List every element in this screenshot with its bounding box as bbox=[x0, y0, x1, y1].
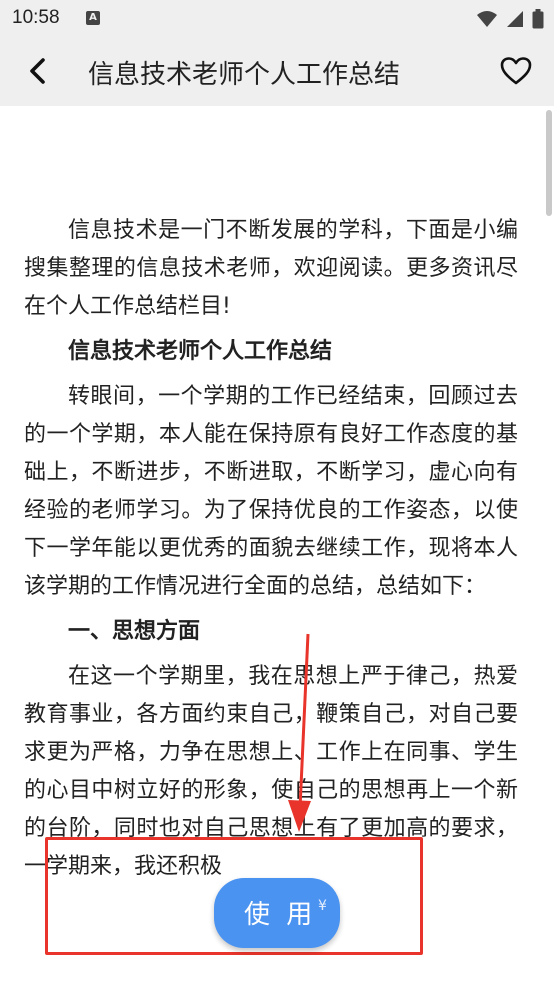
use-button[interactable]: 使 用 ¥ bbox=[214, 878, 340, 948]
battery-icon bbox=[532, 8, 544, 28]
article-heading: 一、思想方面 bbox=[68, 619, 201, 644]
article-paragraph: 信息技术是一门不断发展的学科，下面是小编搜集整理的信息技术老师，欢迎阅读。更多资… bbox=[24, 218, 518, 319]
article-content: 信息技术是一门不断发展的学科，下面是小编搜集整理的信息技术老师，欢迎阅读。更多资… bbox=[24, 212, 518, 893]
app-bar: 信息技术老师个人工作总结 bbox=[0, 36, 554, 106]
status-icons bbox=[473, 8, 544, 28]
notification-icon: A bbox=[86, 11, 100, 25]
article-paragraph: 在这一个学期里，我在思想上严于律己，热爱教育事业，各方面约束自己，鞭策自己，对自… bbox=[24, 664, 518, 879]
heart-outline-icon bbox=[500, 57, 532, 85]
status-bar: 10:58 A bbox=[0, 0, 554, 36]
favorite-button[interactable] bbox=[496, 51, 536, 91]
back-button[interactable] bbox=[18, 51, 58, 91]
status-time: 10:58 bbox=[12, 7, 60, 28]
currency-icon: ¥ bbox=[318, 898, 327, 914]
scrollbar[interactable] bbox=[546, 110, 552, 216]
wifi-icon bbox=[476, 10, 497, 27]
signal-icon bbox=[506, 10, 523, 27]
use-button-label: 使 用 bbox=[244, 900, 317, 930]
chevron-left-icon bbox=[30, 58, 45, 84]
article-paragraph: 转眼间，一个学期的工作已经结束，回顾过去的一个学期，本人能在保持原有良好工作态度… bbox=[24, 384, 518, 599]
page-title: 信息技术老师个人工作总结 bbox=[88, 60, 401, 90]
article-heading: 信息技术老师个人工作总结 bbox=[68, 339, 333, 364]
